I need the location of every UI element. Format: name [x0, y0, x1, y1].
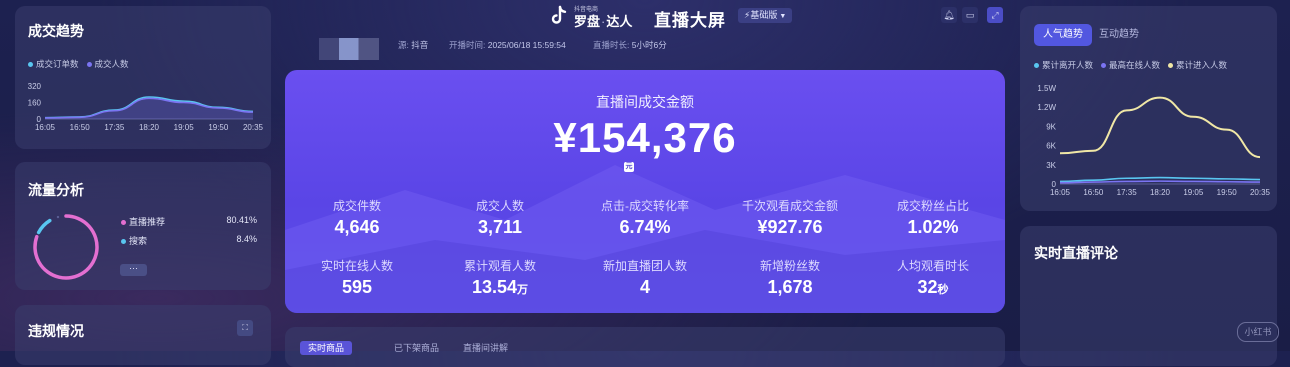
x-tick-label: 16:05: [1050, 188, 1071, 197]
x-tick-label: 20:35: [243, 123, 264, 132]
donut-slice-1: [36, 218, 52, 235]
popularity-panel: 人气趋势 互动趋势 累计离开人数 最高在线人数 累计进入人数 0 3K 6K 9K 1.…: [1020, 6, 1277, 211]
x-tick-label: 16:05: [35, 123, 56, 132]
flow-item-search: 搜索: [121, 234, 147, 247]
metric-new-fan-club: 新加直播团人数 4: [602, 259, 687, 297]
watermark-logo: 小红书: [1237, 322, 1279, 342]
y-tick-label: 6K: [1046, 142, 1056, 151]
fullscreen-icon[interactable]: ⤢: [987, 7, 1003, 23]
metric-online-now: 实时在线人数 595: [320, 259, 393, 297]
edition-dropdown[interactable]: ⚡基础版 ▼: [738, 8, 793, 23]
x-tick-label: 17:35: [1117, 188, 1138, 197]
caret-down-icon: ▼: [779, 13, 787, 20]
x-tick-label: 16:50: [1083, 188, 1104, 197]
tab-explanation[interactable]: 直播间讲解: [455, 341, 516, 355]
live-duration: 直播时长: 5小时6分: [593, 40, 667, 50]
live-start-time: 开播时间: 2025/06/18 15:59:54: [449, 40, 566, 50]
metric-items-sold: 成交件数 4,646: [332, 199, 381, 237]
bell-icon[interactable]: 🔔︎: [941, 7, 957, 23]
gmv-panel: 直播间成交金额 ¥154,376 元 成交件数 4,646 成交人数 3,711 点…: [285, 70, 1005, 313]
comments-title: 实时直播评论: [1034, 245, 1118, 261]
page-title: 直播大屏: [654, 11, 726, 30]
x-tick-label: 20:35: [1250, 188, 1271, 197]
douyin-logo-icon: [551, 5, 567, 24]
comments-panel: 实时直播评论: [1020, 226, 1277, 366]
violation-title: 违规情况: [28, 323, 84, 339]
x-tick-label: 19:05: [1183, 188, 1204, 197]
series-line-2: [1059, 96, 1261, 159]
gmv-value: ¥154,376: [553, 114, 737, 161]
gmv-label: 直播间成交金额: [596, 94, 694, 110]
flow-pct-search: 8.4%: [236, 234, 257, 244]
y-tick-label: 1.2W: [1037, 103, 1056, 112]
y-tick-label: 320: [28, 82, 42, 91]
ring-dot: [56, 215, 60, 219]
tab-live-products[interactable]: 实时商品: [300, 341, 353, 355]
monitor-icon[interactable]: ▭: [962, 7, 978, 23]
y-tick-label: 160: [28, 99, 42, 108]
brand-name: 罗盘·达人: [574, 14, 633, 29]
flow-title: 流量分析: [28, 182, 84, 198]
flow-more-button[interactable]: ···: [120, 264, 147, 276]
x-tick-label: 19:50: [208, 123, 229, 132]
trade-trend-panel: 成交趋势 成交订单数 成交人数 0 160 320 16:05 16:50 17:35 18…: [15, 6, 271, 149]
y-tick-label: 1.5W: [1037, 84, 1056, 93]
x-tick-label: 17:35: [104, 123, 125, 132]
metric-avg-watch-time: 人均观看时长 32秒: [896, 259, 969, 297]
expand-icon[interactable]: ⛶: [237, 320, 253, 336]
flow-donut-chart: [33, 214, 99, 280]
trade-trend-chart: 016032016:05 16:50 17:35 18:20 19:05 19:50 20:…: [28, 82, 264, 132]
x-tick-label: 18:20: [1150, 188, 1171, 197]
flow-item-recommend: 直播推荐: [121, 215, 165, 228]
metric-fan-ratio: 成交粉丝占比 1.02%: [896, 199, 969, 237]
popularity-chart: 03K6K9K1.2W1.5W16:05 16:50 17:35 18:20 19:05…: [1037, 84, 1271, 197]
x-tick-label: 19:05: [174, 123, 195, 132]
gmv-unit-tag: 元: [624, 162, 634, 172]
x-tick-label: 19:50: [1217, 188, 1238, 197]
metric-conversion-rate: 点击-成交转化率 6.74%: [601, 199, 689, 237]
metric-total-viewers: 累计观看人数 13.54万: [463, 259, 536, 297]
metric-buyers: 成交人数 3,711: [475, 199, 524, 237]
avatar: [319, 38, 379, 60]
metric-gpm: 千次观看成交金额 ¥927.76: [741, 199, 838, 237]
series-line-1: [1059, 180, 1261, 184]
metric-new-followers: 新增粉丝数 1,678: [759, 259, 820, 297]
y-tick-label: 9K: [1046, 122, 1056, 131]
live-platform: 源: 抖音: [398, 40, 429, 50]
x-tick-label: 16:50: [70, 123, 91, 132]
y-tick-label: 3K: [1046, 161, 1056, 170]
tab-offline-products[interactable]: 已下架商品: [386, 341, 447, 355]
flow-pct-recommend: 80.41%: [226, 215, 257, 225]
x-tick-label: 18:20: [139, 123, 160, 132]
violation-panel: 违规情况 ⛶: [15, 305, 271, 365]
